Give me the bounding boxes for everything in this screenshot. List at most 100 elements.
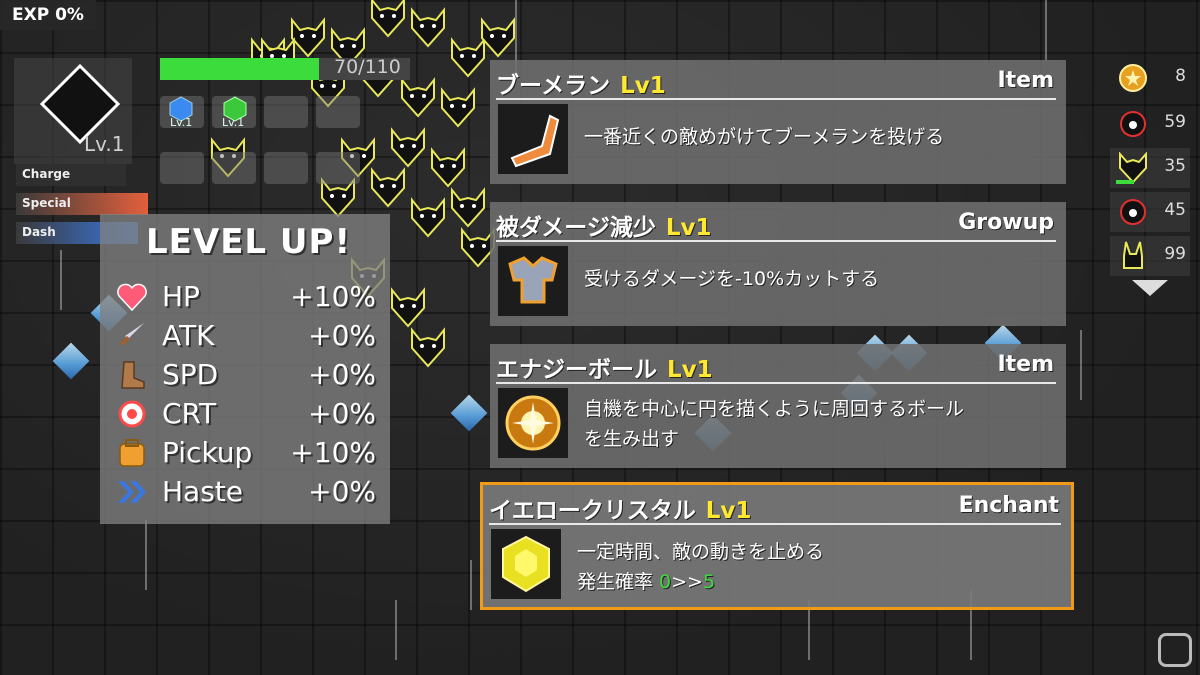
rain-streak: [1045, 0, 1047, 60]
stat-name: HP: [162, 280, 200, 313]
rain-streak: [470, 560, 472, 610]
enemy-count: 59: [1164, 112, 1186, 132]
card-divider: [496, 98, 1056, 100]
enemy-counter-row: 99: [1110, 236, 1190, 276]
enemy-count: 35: [1164, 156, 1186, 176]
choice-type: Item: [997, 68, 1054, 93]
coin-icon: [1119, 64, 1147, 92]
stat-value: +0%: [308, 397, 376, 430]
upgrade-choice-card-selected[interactable]: イエロークリスタル Lv1 Enchant 一定時間、敵の動きを止める 発生確率 …: [480, 482, 1074, 610]
stat-row-haste: Haste +0%: [116, 475, 376, 509]
boot-icon: [121, 361, 145, 389]
choice-type: Enchant: [958, 493, 1059, 518]
special-gauge-label: Special: [22, 196, 71, 210]
boomerang-icon: [510, 114, 560, 168]
backpack-icon: [119, 439, 145, 467]
choice-name: イエロークリスタル Lv1: [489, 498, 752, 524]
stat-row-pickup: Pickup +10%: [116, 436, 376, 470]
upgrade-choice-card[interactable]: ブーメラン Lv1 Item 一番近くの敵めがけてブーメランを投げる: [490, 60, 1066, 184]
hp-bar-fill: [160, 58, 319, 80]
sword-icon: [120, 323, 144, 346]
slot-level-label: Lv.1: [222, 116, 245, 129]
red-eye-creature-icon: [1120, 111, 1146, 137]
stat-value: +10%: [290, 280, 376, 313]
crosshair-icon: [118, 400, 146, 428]
enemy-count: 8: [1175, 66, 1186, 86]
upgrade-choice-card[interactable]: 被ダメージ減少 Lv1 Growup 受けるダメージを-10%カットする: [490, 202, 1066, 326]
enemy-count: 45: [1164, 200, 1186, 220]
choice-description: 一定時間、敵の動きを止める 発生確率 0>>5: [577, 541, 825, 593]
choice-icon-box: [491, 529, 561, 599]
choice-name: エナジーボール Lv1: [496, 357, 713, 383]
exp-indicator: EXP 0%: [0, 0, 96, 30]
energy-ball-icon: [505, 395, 561, 451]
proc-rate-label: 発生確率: [577, 571, 660, 593]
inventory-slot: [316, 152, 360, 184]
stat-name: CRT: [162, 397, 217, 430]
inventory-slot: [264, 152, 308, 184]
card-divider: [489, 523, 1061, 525]
choice-name: 被ダメージ減少 Lv1: [496, 215, 712, 241]
stat-name: SPD: [162, 358, 219, 391]
dash-gauge-label: Dash: [22, 225, 56, 239]
choice-icon-box: [498, 388, 568, 458]
stat-name: Pickup: [162, 436, 253, 469]
enemy-counter-row: 59: [1110, 104, 1190, 144]
enemy-counter-row: 8: [1110, 58, 1190, 98]
rain-streak: [145, 520, 147, 590]
yellow-crystal-icon: [502, 535, 550, 593]
stat-value: +0%: [308, 358, 376, 391]
choice-icon-box: [498, 104, 568, 174]
red-eye-creature-icon: [1120, 199, 1146, 225]
proc-rate-from: 0: [659, 571, 672, 593]
stat-name: Haste: [162, 475, 244, 508]
proc-rate-arrow: >>: [671, 571, 703, 593]
level-up-title: LEVEL UP!: [146, 222, 351, 262]
level-up-panel: LEVEL UP! HP +10% ATK +0% SPD +0% CRT +0…: [100, 214, 390, 524]
stat-row-crt: CRT +0%: [116, 397, 376, 431]
choice-icon-box: [498, 246, 568, 316]
stat-value: +0%: [308, 319, 376, 352]
choice-name: ブーメラン Lv1: [496, 73, 666, 99]
inventory-slot: [160, 152, 204, 184]
player-level-label: Lv.1: [84, 132, 125, 156]
proc-rate-to: 5: [702, 571, 716, 593]
stat-row-atk: ATK +0%: [116, 319, 376, 353]
enemy-health-bar: [1116, 180, 1134, 184]
choice-level: Lv1: [667, 357, 713, 383]
rain-streak: [395, 600, 397, 660]
hp-text: 70/110: [334, 56, 401, 78]
stat-row-hp: HP +10%: [116, 280, 376, 314]
choice-level: Lv1: [705, 498, 752, 524]
stat-value: +0%: [308, 475, 376, 508]
enemy-counter-row: 35: [1110, 148, 1190, 188]
choice-level: Lv1: [665, 215, 712, 241]
choice-description: 自機を中心に円を描くように周回するボール を生み出す: [584, 398, 965, 450]
inventory-slot: [264, 96, 308, 128]
upgrade-choice-card[interactable]: エナジーボール Lv1 Item 自機を中心に円を描くように周回するボール を生み出…: [490, 344, 1066, 468]
choice-type: Growup: [958, 210, 1054, 235]
stat-row-spd: SPD +0%: [116, 358, 376, 392]
choice-description: 受けるダメージを-10%カットする: [584, 268, 880, 290]
watermark-logo: [1158, 633, 1192, 667]
slot-level-label: Lv.1: [170, 116, 193, 129]
inventory-slot: [316, 96, 360, 128]
choice-level: Lv1: [620, 73, 666, 99]
stat-name: ATK: [162, 319, 215, 352]
card-divider: [496, 240, 1056, 242]
armor-icon: [508, 256, 558, 304]
inventory-slot: [212, 152, 256, 184]
chevrons-icon: [118, 481, 146, 503]
choice-type: Item: [997, 352, 1054, 377]
card-divider: [496, 382, 1056, 384]
choice-description: 一番近くの敵めがけてブーメランを投げる: [584, 126, 945, 148]
enemy-counter-row: 45: [1110, 192, 1190, 232]
scroll-down-arrow-icon[interactable]: [1132, 280, 1168, 296]
rain-streak: [60, 250, 62, 310]
charge-gauge-label: Charge: [22, 167, 71, 181]
enemy-count: 99: [1164, 244, 1186, 264]
rain-streak: [1080, 330, 1082, 400]
stat-value: +10%: [290, 436, 376, 469]
rabbit-icon: [1123, 241, 1143, 269]
heart-icon: [117, 283, 147, 312]
